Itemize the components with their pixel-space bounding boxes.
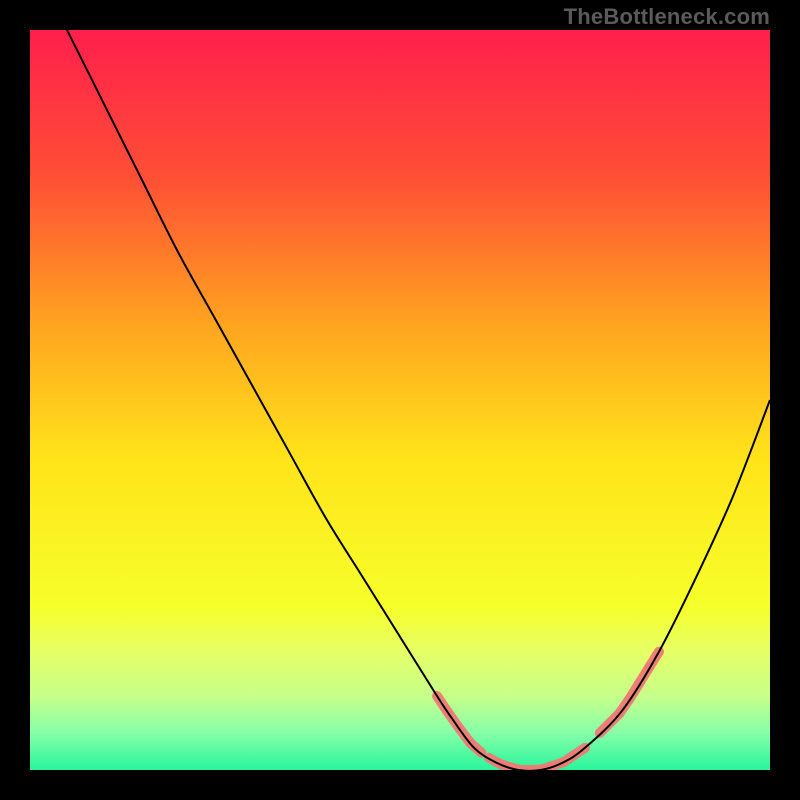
bottleneck-chart xyxy=(30,30,770,770)
chart-frame xyxy=(30,30,770,770)
watermark-text: TheBottleneck.com xyxy=(564,4,770,30)
